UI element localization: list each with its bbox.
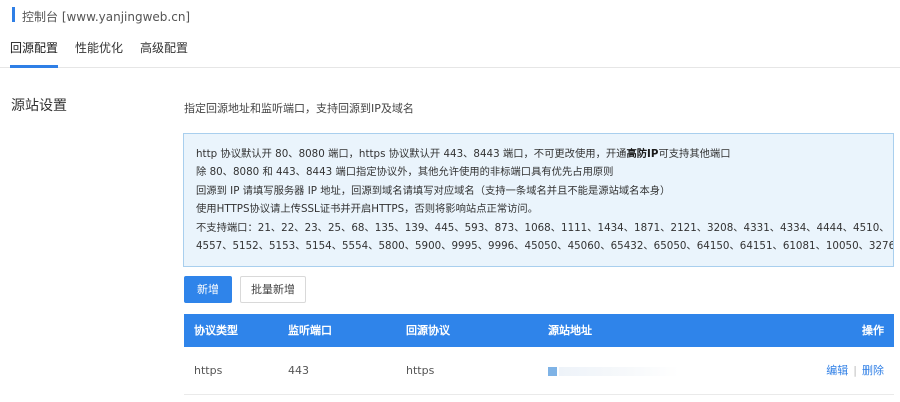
origin-table: 协议类型 监听端口 回源协议 源站地址 操作 https 443 https 编… <box>184 314 894 395</box>
info-line: http 协议默认开 80、8080 端口，https 协议默认开 443、84… <box>196 148 731 160</box>
info-line: 不支持端口：21、22、23、25、68、135、139、445、593、873… <box>196 221 890 234</box>
batch-add-button[interactable]: 批量新增 <box>240 276 306 303</box>
info-notice-box: http 协议默认开 80、8080 端口，https 协议默认开 443、84… <box>183 133 894 267</box>
info-line: 回源到 IP 请填写服务器 IP 地址，回源到域名请填写对应域名（支持一条域名并… <box>196 184 671 197</box>
header-actions: 操作 <box>862 324 884 337</box>
header-origin-protocol: 回源协议 <box>406 324 450 337</box>
cell-protocol: https <box>194 364 223 377</box>
header-origin-address: 源站地址 <box>548 324 592 337</box>
cell-actions: 编辑 | 删除 <box>826 347 884 395</box>
tab-origin-config[interactable]: 回源配置 <box>10 40 59 68</box>
table-header: 协议类型 监听端口 回源协议 源站地址 操作 <box>184 314 894 347</box>
add-button[interactable]: 新增 <box>184 276 232 303</box>
tab-advanced[interactable]: 高级配置 <box>140 40 188 68</box>
table-row: https 443 https 编辑 | 删除 <box>184 347 894 395</box>
cell-origin-address <box>548 347 679 395</box>
header-listen-port: 监听端口 <box>288 324 332 337</box>
info-line: 使用HTTPS协议请上传SSL证书并开启HTTPS，否则将影响站点正常访问。 <box>196 203 539 216</box>
info-line: 4557、5152、5153、5154、5554、5800、5900、9995、… <box>196 240 893 253</box>
info-line: 除 80、8080 和 443、8443 端口指定协议外，其他允许使用的非标端口… <box>196 166 614 179</box>
address-icon <box>548 366 557 376</box>
header-protocol-type: 协议类型 <box>194 324 238 337</box>
high-defense-ip-text: 高防IP <box>626 148 659 160</box>
cell-origin-protocol: https <box>406 364 435 377</box>
page-title: 控制台 [www.yanjingweb.cn] <box>22 10 191 24</box>
delete-link[interactable]: 删除 <box>862 364 884 377</box>
cell-port: 443 <box>288 364 309 377</box>
tab-performance[interactable]: 性能优化 <box>75 40 123 68</box>
top-bar: 控制台 [www.yanjingweb.cn] 回源配置 性能优化 高级配置 <box>0 0 900 68</box>
edit-link[interactable]: 编辑 <box>826 364 848 377</box>
action-separator: | <box>853 364 857 377</box>
section-label: 源站设置 <box>11 98 67 114</box>
title-accent-bar <box>12 7 15 22</box>
tab-bar: 回源配置 性能优化 高级配置 <box>10 40 205 68</box>
section-description: 指定回源地址和监听端口，支持回源到IP及域名 <box>184 102 414 115</box>
redacted-address <box>559 366 679 376</box>
